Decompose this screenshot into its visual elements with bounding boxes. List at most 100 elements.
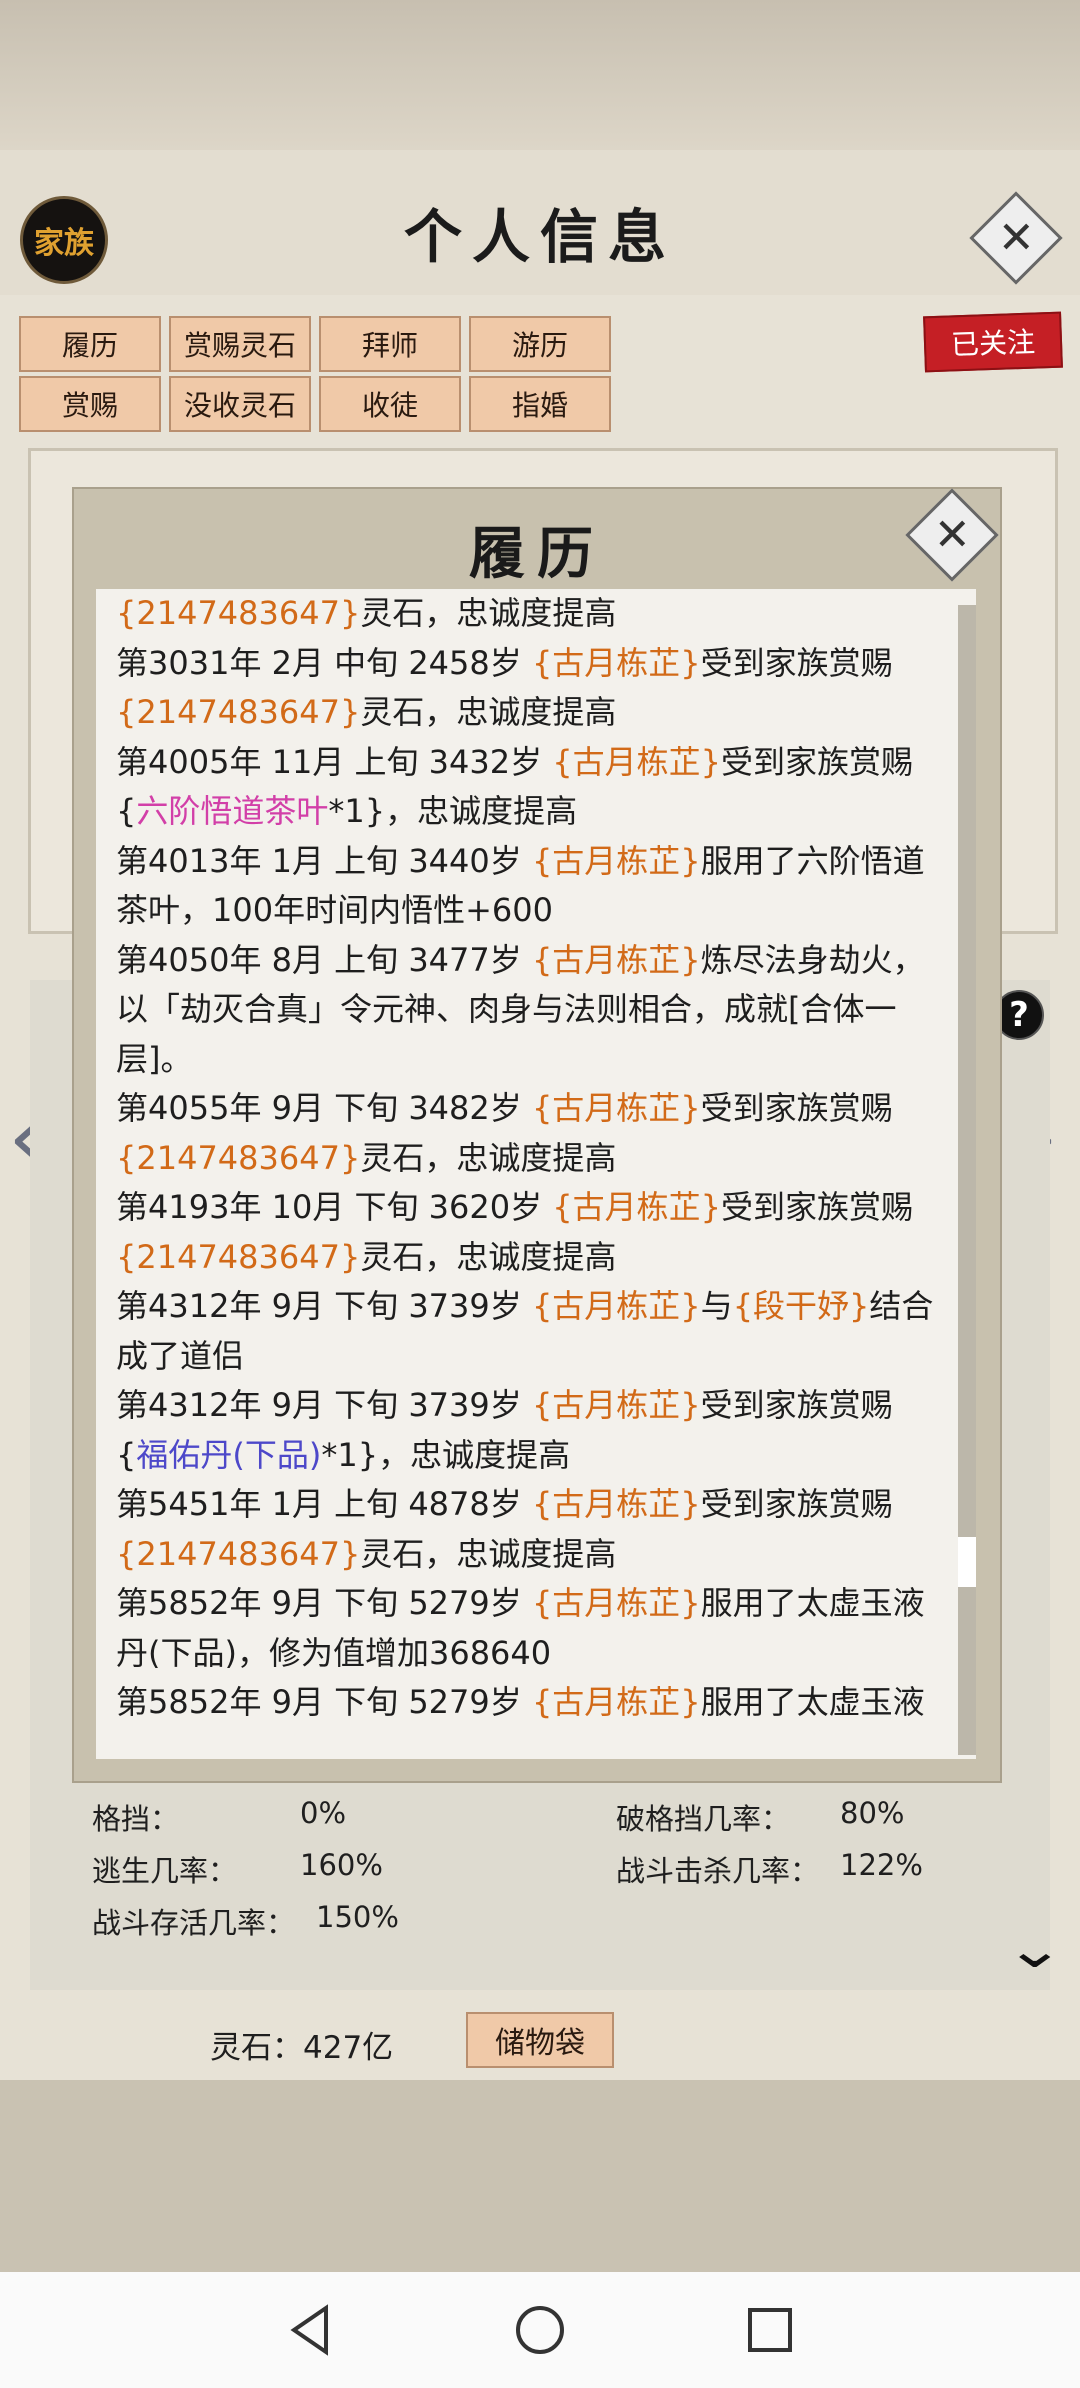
log-highlight: {古月栋芷} — [531, 643, 701, 682]
followed-badge[interactable]: 已关注 — [923, 311, 1063, 373]
log-highlight: {古月栋芷} — [531, 940, 701, 979]
log-text: 受到家族赏赐 — [700, 1386, 893, 1424]
storage-bag-button[interactable]: 储物袋 — [466, 2012, 614, 2068]
tab-reward-stones[interactable]: 赏赐灵石 — [169, 316, 311, 372]
log-text: *1}，忠诚度提高 — [328, 792, 578, 830]
log-line: {2147483647}灵石，忠诚度提高 — [116, 1530, 946, 1580]
resume-log-content: {2147483647}灵石，忠诚度提高 第3031年 2月 中旬 2458岁 {… — [116, 589, 946, 1728]
block-value: 0% — [300, 1796, 347, 1830]
log-highlight: {2147483647} — [116, 594, 361, 632]
tab-reward[interactable]: 赏赐 — [19, 376, 161, 432]
log-line: {2147483647}灵石，忠诚度提高 — [116, 589, 946, 639]
log-line: 第5852年 9月 下旬 5279岁 {古月栋芷}服用了太虚玉液 — [116, 1579, 946, 1629]
log-line: 第4055年 9月 下旬 3482岁 {古月栋芷}受到家族赏赐 — [116, 1084, 946, 1134]
log-line: 第3031年 2月 中旬 2458岁 {古月栋芷}受到家族赏赐 — [116, 639, 946, 689]
recents-nav-icon[interactable] — [740, 2300, 800, 2360]
log-text: 服用了太虚玉液 — [700, 1584, 925, 1622]
log-text: 第4312年 9月 下旬 3739岁 — [116, 1287, 532, 1325]
log-line: 第4312年 9月 下旬 3739岁 {古月栋芷}与{段干妤}结合 — [116, 1282, 946, 1332]
log-text: 第5852年 9月 下旬 5279岁 — [116, 1683, 532, 1721]
break-block-value: 80% — [840, 1796, 905, 1830]
log-text: 灵石，忠诚度提高 — [360, 1237, 617, 1276]
log-line: 第4005年 11月 上旬 3432岁 {古月栋芷}受到家族赏赐 — [116, 738, 946, 788]
top-background — [0, 0, 1080, 150]
scrollbar-thumb[interactable] — [958, 1537, 976, 1587]
block-label: 格挡： — [92, 1802, 180, 1836]
tab-apprentice-to-master[interactable]: 拜师 — [319, 316, 461, 372]
log-text: 第4005年 11月 上旬 3432岁 — [116, 742, 553, 781]
tab-travel[interactable]: 游历 — [469, 316, 611, 372]
log-text: 受到家族赏赐 — [700, 1485, 893, 1523]
log-highlight: {段干妤} — [732, 1287, 870, 1325]
survive-value: 150% — [316, 1900, 399, 1934]
log-highlight: {古月栋芷} — [531, 1287, 701, 1325]
log-line: {2147483647}灵石，忠诚度提高 — [116, 1134, 946, 1184]
log-text: 层]。 — [116, 1039, 193, 1078]
back-nav-icon[interactable] — [280, 2300, 340, 2360]
log-line: 丹(下品)，修为值增加368640 — [116, 1629, 946, 1679]
close-icon: ✕ — [997, 212, 1035, 263]
tab-confiscate-stones[interactable]: 没收灵石 — [169, 376, 311, 432]
log-text: 受到家族赏赐 — [721, 742, 914, 781]
log-line: {福佑丹(下品)*1}，忠诚度提高 — [116, 1431, 946, 1481]
log-line: 第4013年 1月 上旬 3440岁 {古月栋芷}服用了六阶悟道 — [116, 837, 946, 887]
tab-take-disciple[interactable]: 收徒 — [319, 376, 461, 432]
log-line: 第5852年 9月 下旬 5279岁 {古月栋芷}服用了太虚玉液 — [116, 1678, 946, 1728]
home-nav-icon[interactable] — [510, 2300, 570, 2360]
log-text: 灵石，忠诚度提高 — [360, 693, 617, 731]
log-text: 与 — [700, 1287, 733, 1325]
log-text: 结合 — [869, 1287, 934, 1325]
log-line: 第5451年 1月 上旬 4878岁 {古月栋芷}受到家族赏赐 — [116, 1480, 946, 1530]
log-line: 成了道侣 — [116, 1332, 946, 1382]
log-text: 丹(下品)，修为值增加368640 — [116, 1633, 552, 1672]
log-text: 第4050年 8月 上旬 3477岁 — [116, 940, 532, 979]
resume-dialog: 履历 ✕ {2147483647}灵石，忠诚度提高 第3031年 2月 中旬 24… — [72, 487, 1002, 1783]
tab-arrange-marriage[interactable]: 指婚 — [469, 376, 611, 432]
log-text: 成了道侣 — [116, 1336, 245, 1375]
log-highlight: {古月栋芷} — [552, 1188, 722, 1226]
log-text: 以「劫灭合真」令元神、肉身与法则相合，成就[合体一 — [116, 990, 897, 1028]
log-line: 第4050年 8月 上旬 3477岁 {古月栋芷}炼尽法身劫火， — [116, 936, 946, 986]
log-text: 灵石，忠诚度提高 — [360, 1534, 617, 1573]
log-text: 服用了太虚玉液 — [700, 1683, 925, 1721]
log-highlight: {2147483647} — [116, 1534, 361, 1573]
log-line: 茶叶，100年时间内悟性+600 — [116, 886, 946, 936]
log-line: 以「劫灭合真」令元神、肉身与法则相合，成就[合体一 — [116, 985, 946, 1035]
log-text: 第5451年 1月 上旬 4878岁 — [116, 1485, 532, 1523]
dialog-title: 履历 — [469, 521, 605, 587]
log-text: 第4013年 1月 上旬 3440岁 — [116, 841, 532, 880]
log-highlight: 六阶悟道茶叶 — [136, 792, 329, 830]
log-text: 灵石，忠诚度提高 — [360, 594, 617, 632]
chevron-down-icon[interactable]: ⌄ — [1004, 1920, 1065, 1980]
log-highlight: {2147483647} — [116, 1138, 361, 1177]
log-text: { — [116, 792, 137, 830]
close-icon: ✕ — [933, 509, 971, 560]
kill-value: 122% — [840, 1848, 923, 1882]
log-line: {2147483647}灵石，忠诚度提高 — [116, 1233, 946, 1283]
log-text: 第4055年 9月 下旬 3482岁 — [116, 1089, 532, 1127]
log-highlight: {古月栋芷} — [531, 1485, 701, 1523]
log-text: 受到家族赏赐 — [721, 1188, 914, 1226]
log-text: 受到家族赏赐 — [700, 1089, 893, 1127]
log-line: 第4193年 10月 下旬 3620岁 {古月栋芷}受到家族赏赐 — [116, 1183, 946, 1233]
log-text: 第5852年 9月 下旬 5279岁 — [116, 1584, 532, 1622]
tab-resume[interactable]: 履历 — [19, 316, 161, 372]
log-text: 茶叶，100年时间内悟性+600 — [116, 891, 553, 929]
log-highlight: {古月栋芷} — [531, 1584, 701, 1622]
bottom-strip — [0, 2080, 1080, 2272]
spirit-stone-count: 灵石：427亿 — [210, 2030, 394, 2066]
log-line: {2147483647}灵石，忠诚度提高 — [116, 688, 946, 738]
log-highlight: 福佑丹(下品) — [136, 1435, 322, 1474]
log-text: 第4312年 9月 下旬 3739岁 — [116, 1386, 532, 1424]
close-dialog-button[interactable]: ✕ — [905, 488, 999, 582]
escape-label: 逃生几率： — [92, 1854, 238, 1888]
log-text: { — [116, 1435, 137, 1474]
log-highlight: {古月栋芷} — [531, 841, 701, 880]
log-text: *1}，忠诚度提高 — [321, 1435, 571, 1474]
resume-log[interactable]: {2147483647}灵石，忠诚度提高 第3031年 2月 中旬 2458岁 {… — [96, 589, 976, 1759]
log-highlight: {2147483647} — [116, 693, 361, 731]
log-text: 第4193年 10月 下旬 3620岁 — [116, 1188, 553, 1226]
system-nav-bar — [0, 2272, 1080, 2388]
close-page-button[interactable]: ✕ — [969, 191, 1063, 285]
log-line: 第4312年 9月 下旬 3739岁 {古月栋芷}受到家族赏赐 — [116, 1381, 946, 1431]
